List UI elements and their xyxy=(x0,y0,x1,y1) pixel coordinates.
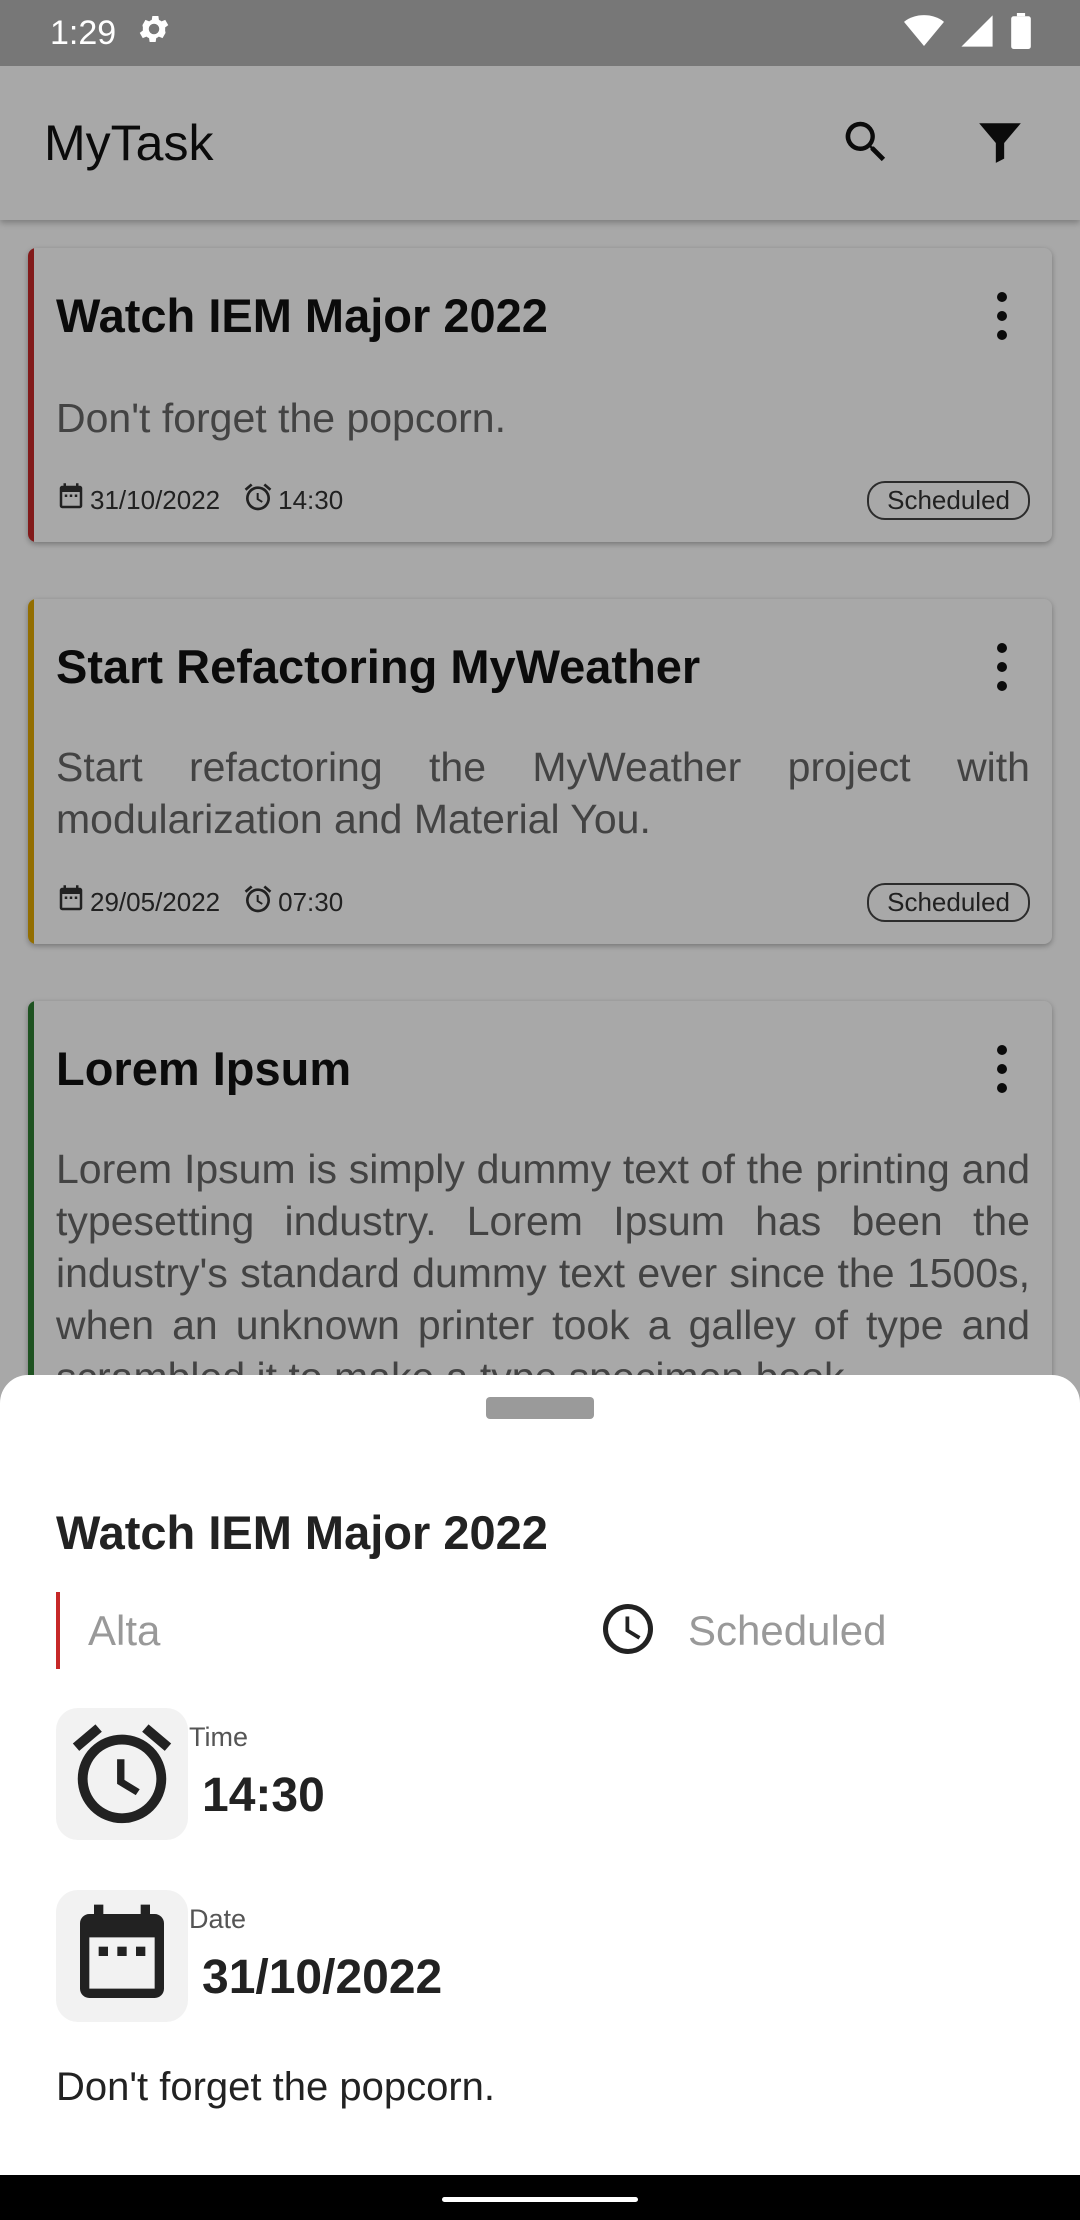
clock-icon xyxy=(598,1599,658,1664)
time-value: 14:30 xyxy=(202,1769,325,1822)
priority-indicator: Alta xyxy=(56,1592,160,1669)
status-bar: 1:29 xyxy=(0,0,1080,66)
date-caption: Date xyxy=(189,1904,247,1934)
battery-icon xyxy=(1010,12,1032,54)
priority-bar xyxy=(56,1592,60,1669)
gear-icon xyxy=(136,11,172,56)
task-detail-sheet: Watch IEM Major 2022 Alta Scheduled Time… xyxy=(0,1375,1080,2220)
date-value: 31/10/2022 xyxy=(202,1951,443,2004)
priority-label: Alta xyxy=(88,1606,161,1654)
time-caption: Time xyxy=(189,1722,248,1752)
navigation-bar xyxy=(0,2175,1080,2220)
sheet-title: Watch IEM Major 2022 xyxy=(56,1506,548,1559)
status-label: Scheduled xyxy=(688,1607,887,1654)
status-time: 1:29 xyxy=(50,13,117,52)
alarm-icon xyxy=(56,1708,188,1840)
calendar-icon xyxy=(56,1890,188,2022)
signal-icon xyxy=(960,14,994,53)
home-indicator[interactable] xyxy=(442,2197,638,2202)
sheet-description: Don't forget the popcorn. xyxy=(56,2065,496,2109)
wifi-icon xyxy=(904,14,944,53)
drag-handle[interactable] xyxy=(486,1397,594,1419)
status-indicator: Scheduled xyxy=(598,1601,887,1661)
